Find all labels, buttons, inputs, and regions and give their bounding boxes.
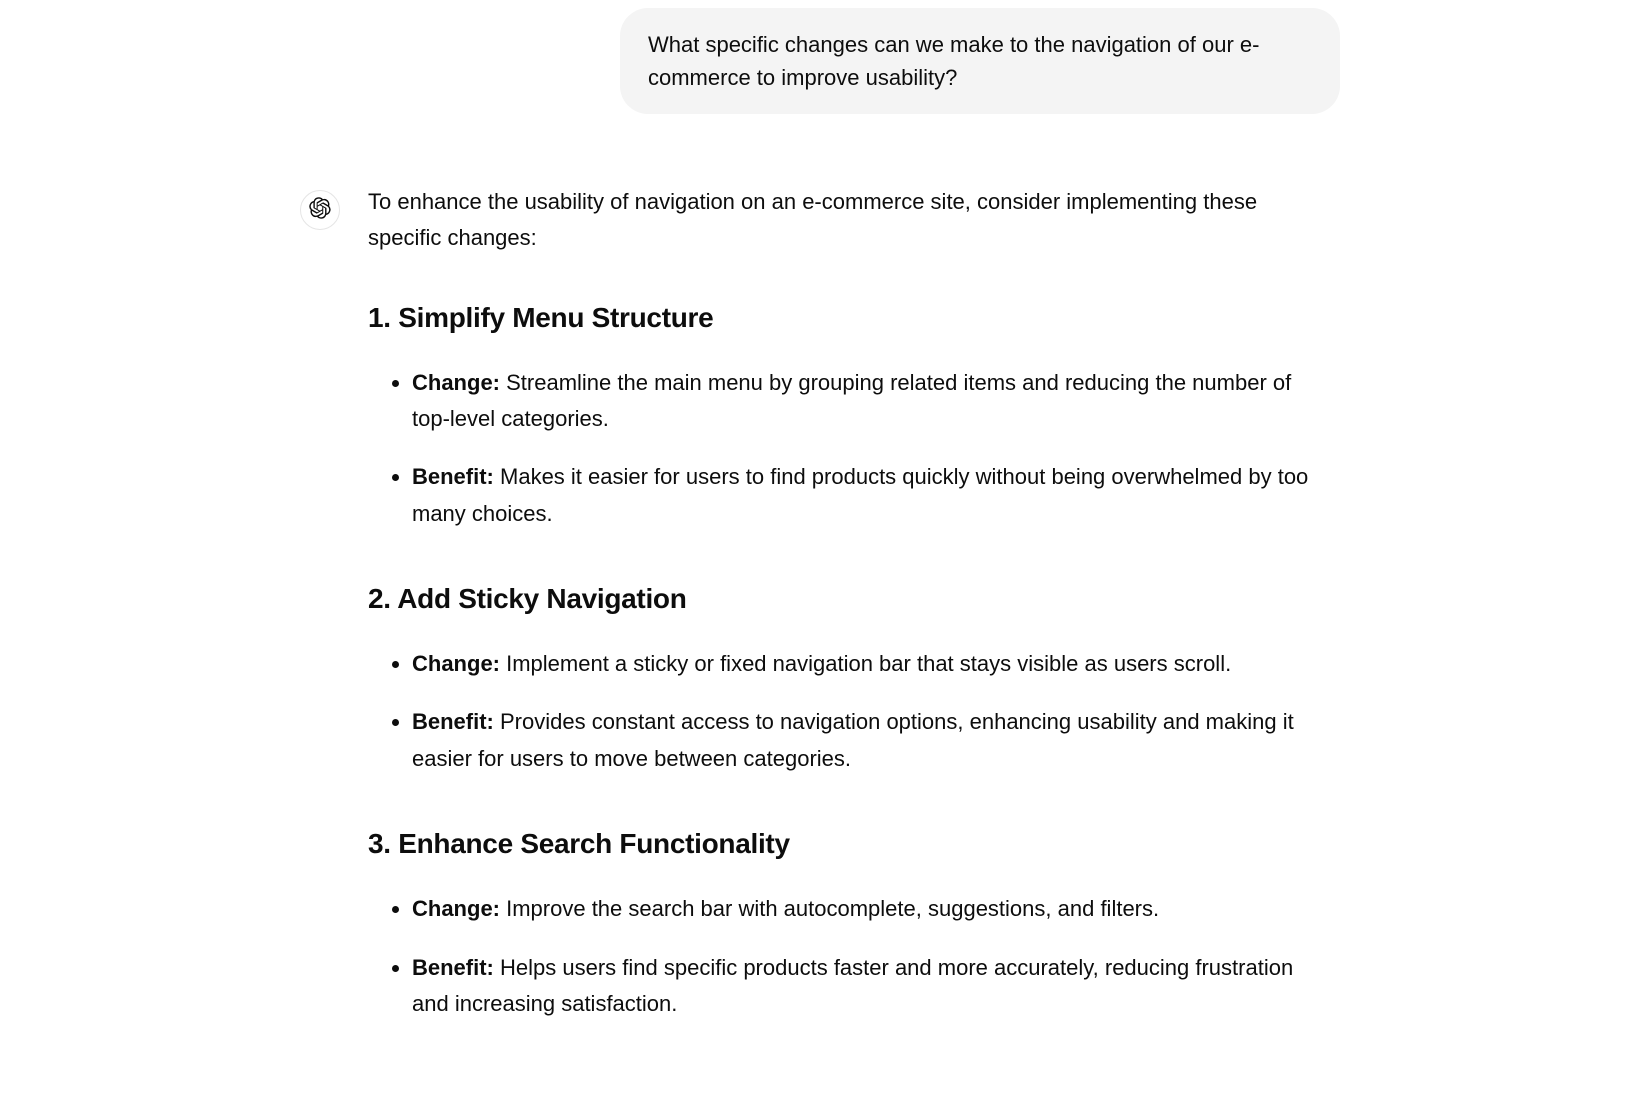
item-text: Provides constant access to navigation o…: [412, 709, 1294, 770]
item-label: Change:: [412, 651, 500, 676]
section-heading-3: 3. Enhance Search Functionality: [368, 821, 1328, 867]
section-title-text: Add Sticky Navigation: [397, 583, 686, 614]
user-message-bubble: What specific changes can we make to the…: [620, 8, 1340, 114]
item-label: Benefit:: [412, 709, 494, 734]
item-text: Helps users find specific products faste…: [412, 955, 1293, 1016]
openai-logo-icon: [309, 197, 331, 224]
assistant-avatar: [300, 190, 340, 230]
section-heading-2: 2. Add Sticky Navigation: [368, 576, 1328, 622]
section-number: 2.: [368, 583, 391, 614]
item-text: Makes it easier for users to find produc…: [412, 464, 1308, 525]
chat-container: What specific changes can we make to the…: [280, 8, 1360, 1066]
item-label: Benefit:: [412, 955, 494, 980]
item-label: Change:: [412, 370, 500, 395]
section-title-text: Enhance Search Functionality: [398, 828, 789, 859]
assistant-content: To enhance the usability of navigation o…: [368, 184, 1328, 1066]
section-number: 3.: [368, 828, 391, 859]
assistant-message-row: To enhance the usability of navigation o…: [300, 184, 1340, 1066]
list-item: Change: Implement a sticky or fixed navi…: [412, 646, 1328, 682]
section-1-list: Change: Streamline the main menu by grou…: [368, 365, 1328, 532]
list-item: Benefit: Makes it easier for users to fi…: [412, 459, 1328, 532]
list-item: Change: Streamline the main menu by grou…: [412, 365, 1328, 438]
item-label: Change:: [412, 896, 500, 921]
section-title-text: Simplify Menu Structure: [398, 302, 713, 333]
list-item: Change: Improve the search bar with auto…: [412, 891, 1328, 927]
assistant-intro-text: To enhance the usability of navigation o…: [368, 184, 1328, 257]
item-text: Implement a sticky or fixed navigation b…: [500, 651, 1231, 676]
section-heading-1: 1. Simplify Menu Structure: [368, 295, 1328, 341]
item-text: Improve the search bar with autocomplete…: [500, 896, 1159, 921]
section-number: 1.: [368, 302, 391, 333]
user-message-text: What specific changes can we make to the…: [648, 32, 1259, 90]
list-item: Benefit: Provides constant access to nav…: [412, 704, 1328, 777]
item-label: Benefit:: [412, 464, 494, 489]
section-2-list: Change: Implement a sticky or fixed navi…: [368, 646, 1328, 777]
list-item: Benefit: Helps users find specific produ…: [412, 950, 1328, 1023]
item-text: Streamline the main menu by grouping rel…: [412, 370, 1291, 431]
section-3-list: Change: Improve the search bar with auto…: [368, 891, 1328, 1022]
